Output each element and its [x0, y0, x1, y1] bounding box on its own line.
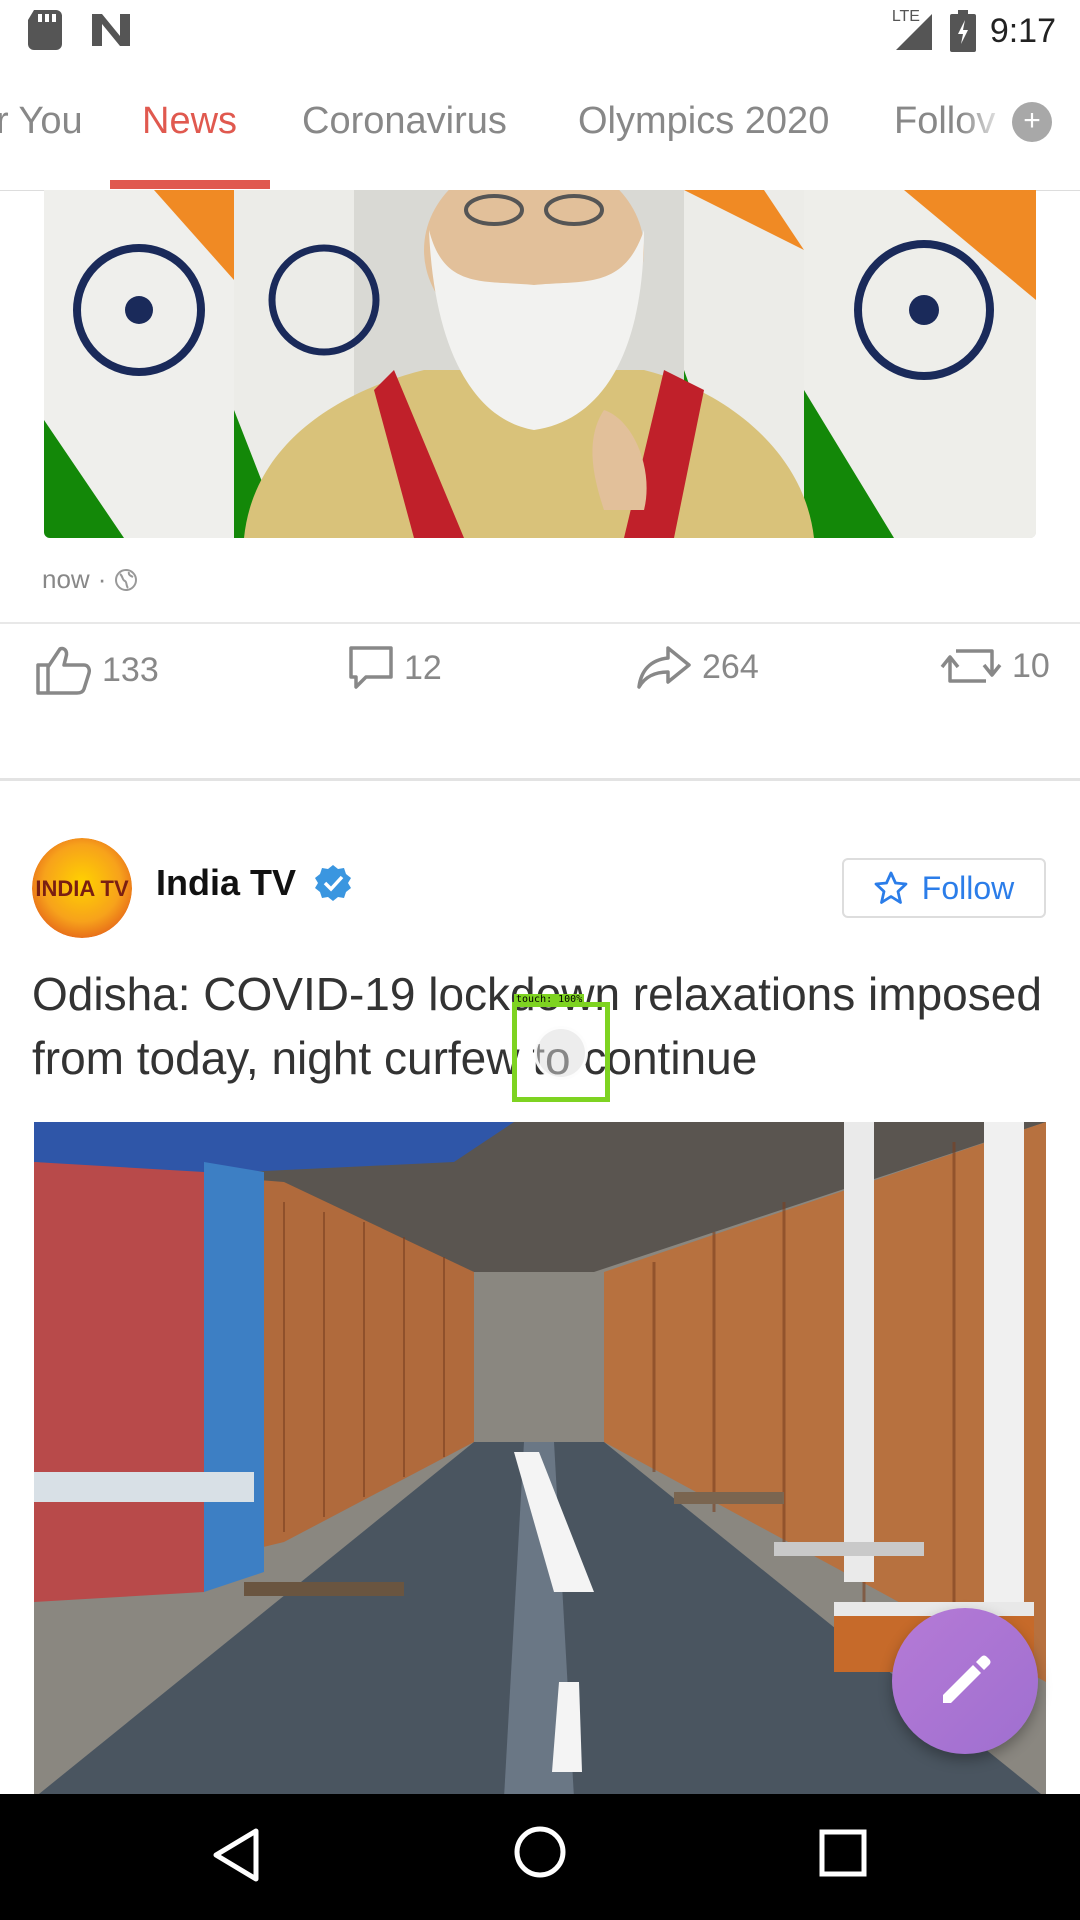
home-icon[interactable]: [512, 1824, 568, 1880]
pencil-icon: [943, 1655, 991, 1703]
status-bar: LTE 9:17: [0, 0, 1080, 64]
comment-button[interactable]: 12: [348, 645, 442, 691]
touch-indicator-label: touch: 100%: [514, 994, 585, 1005]
system-navigation-bar: [0, 1794, 1080, 1920]
compose-post-button[interactable]: [892, 1608, 1038, 1754]
post-image-modi[interactable]: [44, 190, 1036, 538]
share-arrow-icon: [637, 646, 691, 689]
post-image-illustration: [44, 190, 1036, 538]
repost-button[interactable]: 10: [940, 645, 1050, 687]
source-name[interactable]: India TV: [156, 862, 296, 904]
flag-left: [44, 190, 234, 538]
globe-icon: [115, 568, 138, 591]
touch-point: [534, 1026, 588, 1080]
status-left-icons: [28, 10, 132, 50]
back-icon[interactable]: [210, 1826, 262, 1884]
thumbs-up-icon: [36, 646, 91, 695]
star-outline-icon: [874, 871, 908, 904]
plus-icon: +: [1023, 104, 1041, 137]
battery-charging-icon: [949, 10, 976, 52]
share-count: 264: [702, 647, 759, 686]
tab-news[interactable]: News: [142, 100, 237, 143]
post-separator: [0, 778, 1080, 781]
tab-coronavirus[interactable]: Coronavirus: [302, 100, 507, 143]
like-button[interactable]: 133: [34, 645, 159, 695]
verified-badge-icon: [315, 865, 351, 901]
tab-olympics-2020[interactable]: Olympics 2020: [578, 100, 829, 143]
status-right-icons: LTE 9:17: [892, 8, 1056, 52]
active-tab-indicator: [110, 180, 270, 189]
clock: 9:17: [989, 11, 1056, 50]
repost-icon: [940, 649, 1002, 683]
flag-right: [804, 190, 1036, 538]
post-time: now: [42, 564, 90, 594]
tab-fade: [960, 84, 1010, 184]
meta-separator: ·: [97, 564, 107, 594]
n-logo-icon: [92, 14, 130, 46]
follow-button[interactable]: Follow: [842, 858, 1046, 918]
avatar-logo-text: INDIA TV: [35, 876, 129, 901]
post-meta: now ·: [42, 564, 138, 595]
avatar[interactable]: INDIA TV: [32, 838, 132, 938]
like-count: 133: [102, 650, 159, 689]
lte-signal-icon: LTE: [892, 8, 936, 52]
comment-icon: [349, 646, 393, 689]
repost-count: 10: [1012, 646, 1050, 685]
category-tab-bar[interactable]: r You News Coronavirus Olympics 2020 Fol…: [0, 64, 1080, 191]
tab-for-you[interactable]: r You: [0, 100, 83, 143]
follow-label: Follow: [921, 869, 1015, 906]
comment-count: 12: [404, 648, 442, 687]
recents-icon[interactable]: [818, 1828, 868, 1878]
share-button[interactable]: 264: [636, 645, 759, 689]
divider: [0, 622, 1080, 624]
add-tab-button[interactable]: +: [1012, 102, 1052, 142]
sd-card-icon: [28, 10, 62, 50]
